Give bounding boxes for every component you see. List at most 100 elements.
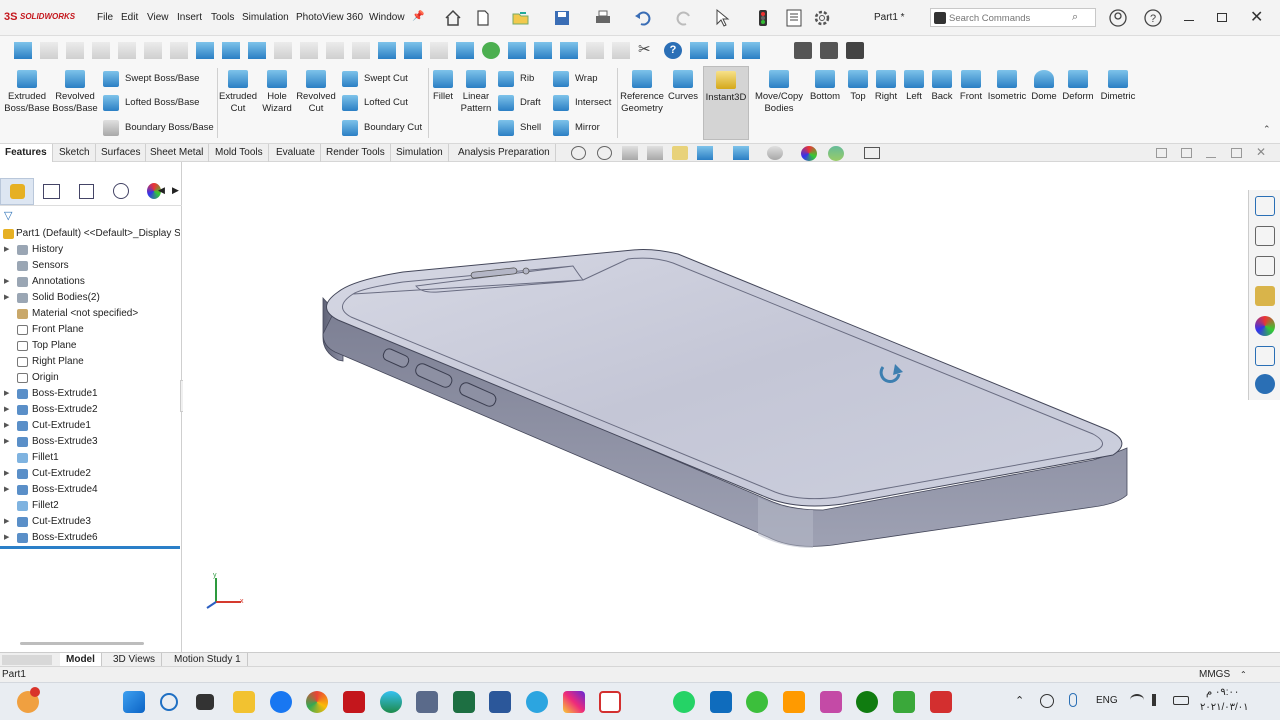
clock-date[interactable]: ٢٠٢١/٠٣/٠١ — [1200, 702, 1249, 713]
instant3d-button[interactable]: Instant3D — [703, 66, 749, 140]
tree-item[interactable]: ▶ Annotations — [0, 274, 180, 290]
solidworks-forum-icon[interactable] — [1255, 374, 1275, 394]
chrome-icon[interactable] — [306, 691, 328, 713]
word-icon[interactable] — [489, 691, 511, 713]
tab-simulation[interactable]: Simulation — [391, 144, 449, 162]
toolbar-icon[interactable] — [222, 42, 240, 59]
toolbar-icon[interactable] — [716, 42, 734, 59]
calculator-icon[interactable] — [416, 691, 438, 713]
tree-tab-next-icon[interactable]: ▶ — [172, 185, 179, 196]
toolbar-icon[interactable] — [534, 42, 552, 59]
lofted-boss-button[interactable]: Lofted Boss/Base — [103, 94, 199, 112]
clock-time[interactable]: ٠٩:٠٠ م — [1206, 687, 1239, 698]
print-icon[interactable] — [593, 8, 613, 28]
menu-file[interactable]: File — [97, 12, 113, 23]
property-manager-tab-icon[interactable] — [43, 184, 60, 199]
file-explorer-icon[interactable] — [1255, 256, 1275, 276]
expand-arrow-icon[interactable]: ▶ — [4, 434, 9, 450]
status-units[interactable]: MMGS — [1199, 667, 1230, 682]
app-icon[interactable] — [820, 691, 842, 713]
boundary-boss-button[interactable]: Boundary Boss/Base — [103, 119, 214, 137]
acrobat-icon[interactable] — [599, 691, 621, 713]
tree-item[interactable]: Sensors — [0, 258, 180, 274]
rebuild-traffic-light-icon[interactable] — [753, 8, 773, 28]
toolbar-icon[interactable] — [66, 42, 84, 59]
tree-horizontal-scrollbar[interactable] — [20, 642, 144, 645]
move-copy-bodies-button[interactable]: Move/Copy Bodies — [753, 70, 805, 115]
menu-simulation[interactable]: Simulation — [242, 12, 289, 23]
hole-wizard-button[interactable]: Hole Wizard — [259, 70, 295, 115]
app-icon[interactable] — [930, 691, 952, 713]
tree-item[interactable]: ▶ Boss-Extrude1 — [0, 386, 180, 402]
menu-photoview[interactable]: PhotoView 360 — [296, 12, 363, 23]
undo-icon[interactable] — [633, 8, 653, 28]
expand-arrow-icon[interactable]: ▶ — [4, 418, 9, 434]
tree-item[interactable]: Origin — [0, 370, 180, 386]
wrap-button[interactable]: Wrap — [553, 70, 598, 88]
tree-item[interactable]: ▶ History — [0, 242, 180, 258]
toolbar-icon[interactable] — [586, 42, 604, 59]
intersect-button[interactable]: Intersect — [553, 94, 611, 112]
dome-button[interactable]: Dome — [1030, 70, 1058, 103]
menu-insert[interactable]: Insert — [177, 12, 202, 23]
view-settings-icon[interactable] — [864, 147, 880, 159]
wifi-icon[interactable] — [1130, 694, 1144, 706]
tree-item[interactable]: Material <not specified> — [0, 306, 180, 322]
instagram-icon[interactable] — [563, 691, 585, 713]
tab-surfaces[interactable]: Surfaces — [96, 144, 147, 162]
toolbar-icon[interactable] — [794, 42, 812, 59]
draft-button[interactable]: Draft — [498, 94, 541, 112]
deform-button[interactable]: Deform — [1061, 70, 1095, 103]
reference-geometry-button[interactable]: Reference Geometry — [619, 70, 665, 115]
select-arrow-icon[interactable] — [712, 8, 732, 28]
design-library-icon[interactable] — [1255, 226, 1275, 246]
whatsapp-icon[interactable] — [673, 691, 695, 713]
view-orientation-icon[interactable] — [697, 146, 713, 160]
swept-cut-button[interactable]: Swept Cut — [342, 70, 408, 88]
phone-model[interactable] — [183, 162, 1247, 652]
tab-features[interactable]: Features — [0, 144, 53, 162]
doc-split-icon[interactable] — [1181, 148, 1192, 158]
revolved-boss-button[interactable]: Revolved Boss/Base — [52, 70, 98, 115]
tab-sketch[interactable]: Sketch — [54, 144, 96, 162]
toolbar-icon[interactable] — [378, 42, 396, 59]
search-icon[interactable]: ⌕ — [1072, 11, 1078, 24]
doc-minimize-icon[interactable] — [1206, 157, 1216, 158]
illustrator-icon[interactable] — [783, 691, 805, 713]
tray-chevron-icon[interactable]: ⌃ — [1015, 694, 1024, 707]
toolbar-icon[interactable] — [326, 42, 344, 59]
toolbar-icon[interactable] — [820, 42, 838, 59]
units-dropdown-icon[interactable]: ⌃ — [1240, 667, 1247, 682]
edge-e-icon[interactable] — [482, 42, 500, 59]
toolbar-icon[interactable] — [196, 42, 214, 59]
options-gear-icon[interactable] — [812, 8, 832, 28]
toolbar-icon[interactable] — [612, 42, 630, 59]
tree-item[interactable]: ▶ Cut-Extrude3 — [0, 514, 180, 530]
toolbar-icon[interactable] — [170, 42, 188, 59]
toolbar-icon[interactable] — [690, 42, 708, 59]
tree-item[interactable]: ▶ Boss-Extrude6 — [0, 530, 180, 546]
user-account-icon[interactable] — [1108, 8, 1128, 28]
zoom-area-icon[interactable] — [597, 146, 612, 160]
edge-icon[interactable] — [380, 691, 402, 713]
tree-item[interactable]: ▶ Cut-Extrude1 — [0, 418, 180, 434]
tree-item[interactable]: Front Plane — [0, 322, 180, 338]
apply-scene-icon[interactable] — [828, 146, 844, 161]
curves-button[interactable]: Curves — [667, 70, 699, 103]
extruded-boss-button[interactable]: Extruded Boss/Base — [4, 70, 50, 115]
expand-arrow-icon[interactable]: ▶ — [4, 514, 9, 530]
toolbar-icon[interactable] — [248, 42, 266, 59]
tree-rollback-bar[interactable] — [0, 546, 180, 549]
xbox-icon[interactable] — [856, 691, 878, 713]
expand-arrow-icon[interactable]: ▶ — [4, 290, 9, 306]
battery-icon[interactable] — [1173, 696, 1189, 705]
view-back-button[interactable]: Back — [929, 70, 955, 103]
toolbar-icon[interactable] — [40, 42, 58, 59]
configuration-manager-tab-icon[interactable] — [79, 184, 94, 199]
tree-tab-prev-icon[interactable]: ◀ — [158, 185, 165, 196]
toolbar-icon[interactable] — [274, 42, 292, 59]
tree-item[interactable]: Fillet2 — [0, 498, 180, 514]
tray-icon[interactable] — [1040, 694, 1054, 708]
close-icon[interactable]: ✕ — [1250, 7, 1263, 27]
toolbar-icon[interactable] — [352, 42, 370, 59]
